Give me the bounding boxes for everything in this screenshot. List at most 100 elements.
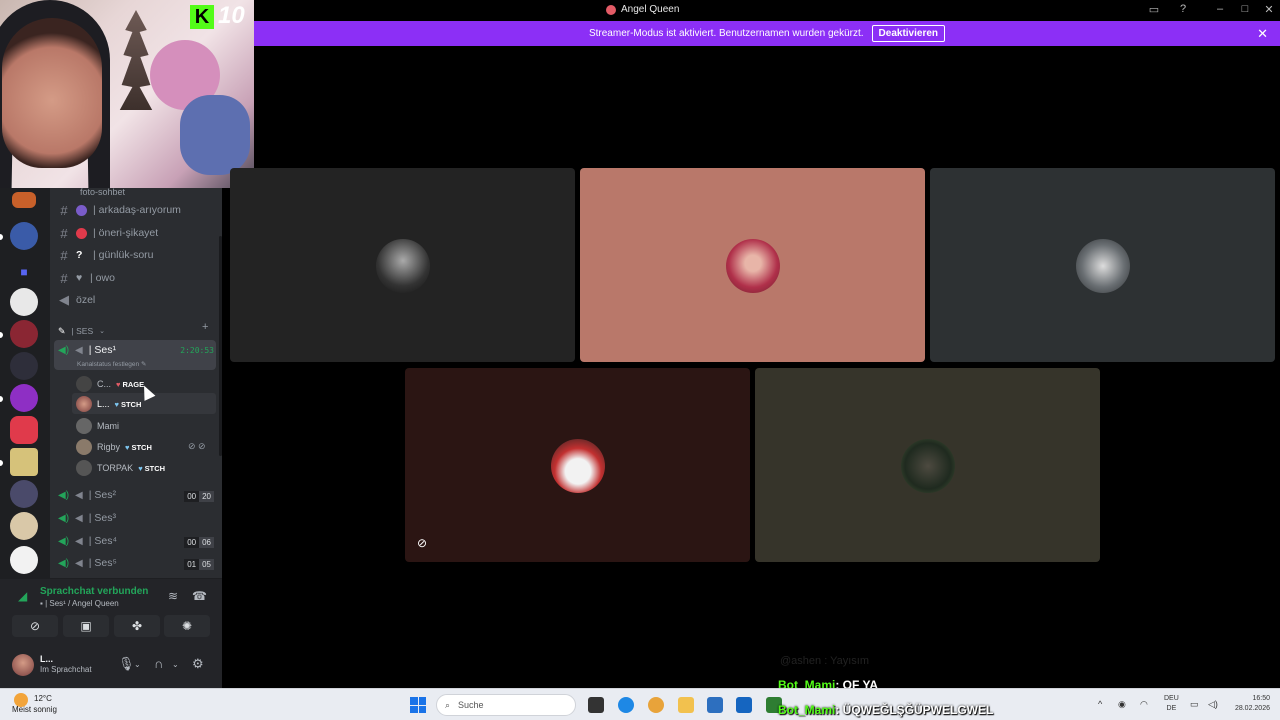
camera-off-icon[interactable]: ⊘ — [12, 615, 58, 637]
screen-share-icon[interactable]: ▣ — [63, 615, 109, 637]
channel-scrollbar[interactable] — [219, 236, 222, 456]
microphone-icon[interactable]: 🎙 — [118, 656, 135, 672]
voice-active-icon: ◀) — [58, 512, 70, 524]
avatar — [1076, 239, 1130, 293]
server-icon-6[interactable] — [10, 416, 38, 444]
channel-owo[interactable]: # ♥ | owo — [58, 268, 115, 288]
minimize-icon[interactable]: – — [1212, 3, 1228, 15]
channel-ses2[interactable]: ◀) ◀ | Ses² — [58, 485, 116, 505]
outlook-icon[interactable] — [736, 697, 752, 713]
video-tile[interactable] — [755, 368, 1100, 562]
server-icon-7[interactable] — [10, 448, 38, 476]
video-tile[interactable] — [930, 168, 1275, 362]
copilot-icon[interactable] — [648, 697, 664, 713]
search-box[interactable]: ⌕ Suche — [436, 694, 576, 716]
voice-member[interactable]: L... ♥ STCH — [76, 394, 141, 414]
user-limit-badge: 00 20 — [184, 491, 214, 502]
windows-start-icon[interactable] — [410, 697, 426, 713]
speaker-icon: ◀ — [75, 512, 83, 524]
server-icon-fox[interactable] — [12, 192, 36, 208]
deafened-icon: ⊘ ⊘ — [188, 441, 206, 451]
inbox-icon[interactable]: ▭ — [1146, 3, 1162, 16]
headphones-icon[interactable]: ∩ — [154, 656, 163, 671]
avatar — [76, 418, 92, 434]
voice-connection-panel: ◢ Sprachchat verbunden ▪ | Ses¹ / Angel … — [0, 578, 222, 642]
video-tile[interactable]: ⊘ — [405, 368, 750, 562]
pagoda-picture — [119, 10, 153, 110]
task-view-icon[interactable] — [588, 697, 604, 713]
channel-ses3[interactable]: ◀) ◀ | Ses³ — [58, 508, 116, 528]
channel-gunluk-soru[interactable]: # ? | günlük-soru — [58, 245, 153, 265]
voice-member[interactable]: Mami — [76, 416, 119, 436]
voice-active-icon: ◀) — [58, 535, 70, 547]
server-icon-8[interactable] — [10, 480, 38, 508]
voice-timer: 2:20:53 — [180, 346, 214, 355]
edge-icon[interactable] — [618, 697, 634, 713]
app-logo-icon — [606, 4, 616, 15]
file-explorer-icon[interactable] — [678, 697, 694, 713]
channel-status-hint[interactable]: Kanalstatus festlegen ✎ — [77, 360, 146, 368]
category-ses[interactable]: ✎ | SES ⌄ — [58, 321, 105, 341]
hash-icon: # — [60, 270, 68, 286]
server-icon-10[interactable] — [10, 546, 38, 574]
clock[interactable]: 16:50 28.02.2026 — [1235, 694, 1270, 714]
channel-arkadas-ariyorum[interactable]: # | arkadaş-arıyorum — [58, 200, 181, 220]
hash-icon: # — [60, 225, 68, 241]
people-emoji-icon — [76, 204, 87, 216]
voice-member[interactable]: C... ♥ RAGE — [76, 374, 144, 394]
maximize-icon[interactable]: □ — [1237, 3, 1253, 15]
deactivate-button[interactable]: Deaktivieren — [871, 25, 946, 42]
voice-status[interactable]: Sprachchat verbunden — [40, 586, 148, 597]
chevron-down-icon[interactable]: ⌄ — [134, 660, 141, 669]
speaker-icon: ◀ — [75, 344, 83, 356]
close-window-icon[interactable]: ✕ — [1261, 3, 1277, 16]
folder-icon[interactable]: ■ — [10, 258, 38, 286]
server-icon-5[interactable] — [10, 384, 38, 412]
stch-tag: ♥ STCH — [125, 442, 152, 452]
channel-oneri-sikayet[interactable]: # | öneri-şikayet — [58, 223, 158, 243]
channel-ses5[interactable]: ◀) ◀ | Ses⁵ — [58, 553, 117, 573]
signal-icon[interactable]: ◢ — [18, 589, 27, 603]
gear-icon[interactable]: ⚙ — [192, 656, 204, 672]
avatar — [76, 376, 92, 392]
video-tile[interactable] — [580, 168, 925, 362]
banner-text: Streamer-Modus ist aktiviert. Benutzerna… — [588, 28, 864, 39]
store-icon[interactable] — [707, 697, 723, 713]
user-name[interactable]: L... — [40, 654, 53, 664]
voice-active-icon: ◀) — [58, 557, 70, 569]
add-channel-icon[interactable]: + — [202, 321, 208, 333]
disconnect-icon[interactable]: ☎ — [192, 589, 207, 603]
server-icon-3[interactable] — [10, 320, 38, 348]
hash-icon: # — [60, 247, 68, 263]
avatar — [376, 239, 430, 293]
network-icon[interactable]: ◉ — [1118, 699, 1126, 710]
channel-ses1[interactable]: ◀) ◀ | Ses¹ — [58, 340, 116, 360]
channel-ses4[interactable]: ◀) ◀ | Ses⁴ — [58, 531, 117, 551]
muted-icon: ⊘ — [417, 536, 428, 550]
voice-channel-path[interactable]: ▪ | Ses¹ / Angel Queen — [40, 599, 119, 608]
volume-icon[interactable]: ◁) — [1208, 699, 1218, 710]
overlay-number: 10 — [218, 2, 245, 29]
chevron-up-icon[interactable]: ^ — [1098, 699, 1102, 709]
avatar[interactable] — [12, 654, 34, 676]
channel-ozel[interactable]: ◀ özel — [58, 290, 95, 310]
noise-suppression-icon[interactable]: ≋ — [168, 589, 178, 603]
speaker-icon: ◀ — [59, 292, 69, 307]
close-banner-icon[interactable]: ✕ — [1257, 26, 1268, 42]
activities-icon[interactable]: ✤ — [114, 615, 160, 637]
language-indicator[interactable]: DEU DE — [1164, 694, 1179, 714]
wifi-icon[interactable]: ◠ — [1140, 699, 1148, 710]
help-icon[interactable]: ? — [1175, 3, 1191, 15]
video-tile[interactable] — [230, 168, 575, 362]
question-emoji-icon: ? — [76, 249, 83, 261]
server-icon-4[interactable] — [10, 352, 38, 380]
server-icon-9[interactable] — [10, 512, 38, 540]
soundboard-icon[interactable]: ✺ — [164, 615, 210, 637]
chevron-down-icon[interactable]: ⌄ — [172, 660, 179, 669]
server-icon-2[interactable] — [10, 288, 38, 316]
voice-member[interactable]: Rigby ♥ STCH — [76, 437, 152, 457]
kick-logo: K — [190, 5, 214, 29]
voice-member[interactable]: TORPAK ♥ STCH — [76, 458, 165, 478]
server-icon-1[interactable] — [10, 222, 38, 250]
display-icon[interactable]: ▭ — [1190, 699, 1199, 710]
